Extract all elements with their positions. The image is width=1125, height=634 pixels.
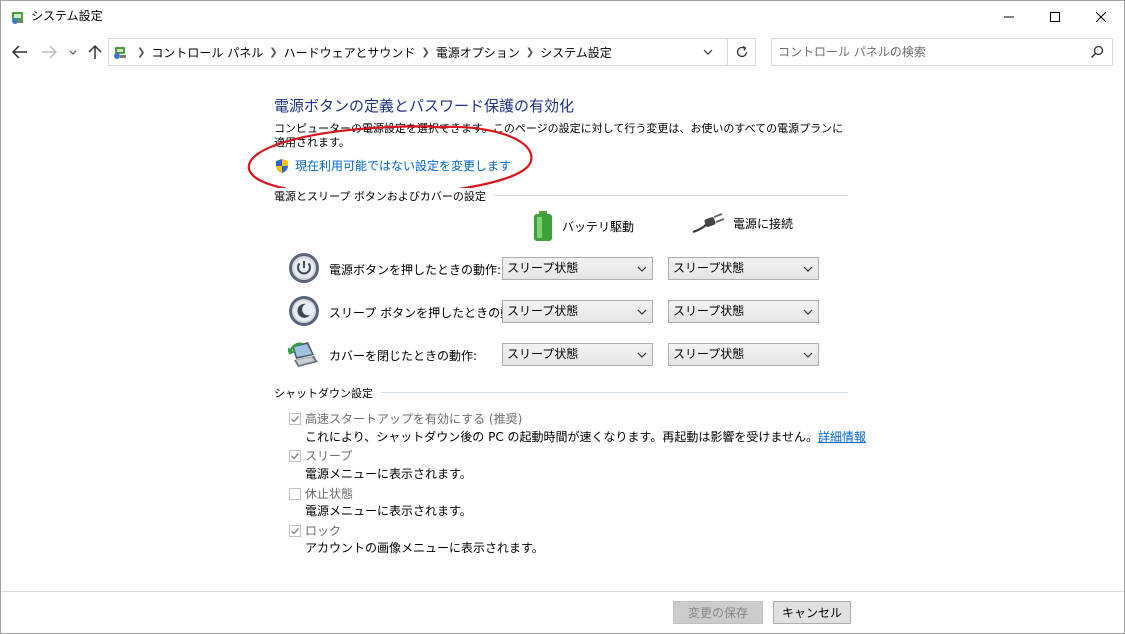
system-settings-window: システム設定 ❯ コントロール パネル ❯ ハードウェアとサウンド ❯ 電源オプ…	[0, 0, 1125, 634]
battery-column-label: バッテリ駆動	[562, 219, 635, 234]
save-changes-button[interactable]: 変更の保存	[673, 601, 763, 624]
lock-checkbox[interactable]	[289, 524, 301, 537]
breadcrumb-chevron-icon[interactable]: ❯	[269, 47, 277, 58]
breadcrumb-item-power-options[interactable]: 電源オプション	[436, 44, 520, 61]
chevron-down-icon	[803, 266, 813, 272]
page-description: コンピューターの電源設定を選択できます。このページの設定に対して行う変更は、お使…	[274, 122, 844, 149]
sleep-option: スリープ	[289, 447, 352, 464]
lock-option: ロック	[289, 522, 341, 539]
lid-close-battery-select[interactable]: スリープ状態	[502, 343, 653, 366]
title-bar: システム設定	[1, 1, 1124, 32]
power-button-battery-select[interactable]: スリープ状態	[502, 257, 653, 280]
lock-description: アカウントの画像メニューに表示されます。	[305, 541, 544, 555]
window-title: システム設定	[31, 9, 103, 23]
back-arrow-icon[interactable]	[9, 42, 31, 62]
power-plug-icon	[692, 213, 725, 233]
change-unavailable-settings-link[interactable]: 現在利用可能ではない設定を変更します	[274, 157, 511, 174]
close-icon	[1096, 11, 1106, 22]
breadcrumb-chevron-icon: ❯	[137, 46, 146, 58]
refresh-icon	[736, 45, 747, 58]
more-info-link[interactable]: 詳細情報	[818, 430, 866, 444]
maximize-button[interactable]	[1032, 1, 1078, 32]
cancel-button[interactable]: キャンセル	[773, 601, 851, 624]
fast-startup-desc-text: これにより、シャットダウン後の PC の起動時間が速くなります。再起動は影響を受…	[305, 430, 818, 444]
control-panel-icon	[12, 12, 23, 24]
breadcrumb-chevron-icon[interactable]: ❯	[421, 47, 429, 58]
breadcrumb-item-hardware-sound[interactable]: ハードウェアとサウンド	[284, 44, 416, 61]
shutdown-section-title: シャットダウン設定	[274, 385, 381, 401]
breadcrumb-item-system-settings[interactable]: システム設定	[540, 44, 612, 61]
minimize-icon	[1004, 16, 1014, 17]
breadcrumb-chevron-icon[interactable]: ❯	[526, 47, 534, 58]
fast-startup-checkbox[interactable]	[289, 412, 301, 425]
sleep-button-icon	[289, 296, 319, 326]
up-arrow-icon[interactable]	[85, 42, 105, 62]
selected-value: スリープ状態	[507, 304, 579, 318]
sleep-button-battery-select[interactable]: スリープ状態	[502, 300, 653, 323]
selected-value: スリープ状態	[673, 304, 745, 318]
sleep-description: 電源メニューに表示されます。	[305, 467, 472, 481]
breadcrumb-item-control-panel[interactable]: コントロール パネル	[151, 44, 263, 61]
battery-column-header: バッテリ駆動	[532, 210, 634, 242]
hibernate-checkbox[interactable]	[289, 487, 301, 500]
forward-arrow-icon[interactable]	[38, 42, 60, 62]
close-button[interactable]	[1078, 1, 1124, 32]
control-panel-icon	[114, 47, 126, 59]
sleep-label: スリープ	[305, 449, 353, 463]
sleep-checkbox[interactable]	[289, 449, 301, 462]
power-buttons-section-title: 電源とスリープ ボタンおよびカバーの設定	[274, 188, 494, 204]
chevron-down-icon	[637, 352, 647, 358]
address-dropdown-icon[interactable]	[701, 45, 715, 59]
search-input[interactable]	[778, 43, 1078, 61]
search-icon[interactable]	[1090, 45, 1104, 59]
page-title: 電源ボタンの定義とパスワード保護の有効化	[274, 97, 575, 115]
power-button-action-label: 電源ボタンを押したときの動作:	[329, 263, 502, 277]
checkmark-icon	[290, 415, 300, 423]
fast-startup-label: 高速スタートアップを有効にする (推奨)	[305, 412, 523, 426]
hibernate-option: 休止状態	[289, 485, 353, 502]
selected-value: スリープ状態	[507, 347, 579, 361]
fast-startup-option: 高速スタートアップを有効にする (推奨)	[289, 410, 522, 427]
navigation-bar: ❯ コントロール パネル ❯ ハードウェアとサウンド ❯ 電源オプション ❯ シ…	[1, 32, 1124, 72]
hibernate-description: 電源メニューに表示されます。	[305, 504, 472, 518]
lid-close-action-label: カバーを閉じたときの動作:	[329, 349, 478, 363]
chevron-down-icon	[803, 309, 813, 315]
selected-value: スリープ状態	[673, 261, 745, 275]
refresh-button[interactable]	[728, 38, 756, 66]
selected-value: スリープ状態	[673, 347, 745, 361]
uac-shield-icon	[276, 158, 288, 173]
plugged-column-label: 電源に接続	[733, 216, 794, 231]
battery-icon	[534, 211, 552, 241]
sleep-button-plugged-select[interactable]: スリープ状態	[668, 300, 819, 323]
chevron-down-icon	[803, 352, 813, 358]
chevron-down-icon	[637, 309, 647, 315]
fast-startup-description: これにより、シャットダウン後の PC の起動時間が速くなります。再起動は影響を受…	[305, 428, 866, 445]
address-bar[interactable]: ❯ コントロール パネル ❯ ハードウェアとサウンド ❯ 電源オプション ❯ シ…	[108, 38, 728, 66]
lid-close-plugged-select[interactable]: スリープ状態	[668, 343, 819, 366]
chevron-down-icon	[637, 266, 647, 272]
recent-locations-chevron-icon[interactable]	[66, 44, 80, 60]
plugged-column-header: 電源に接続	[691, 210, 793, 236]
selected-value: スリープ状態	[507, 261, 579, 275]
hibernate-label: 休止状態	[305, 487, 354, 501]
search-box	[771, 38, 1113, 66]
sleep-button-action-label: スリープ ボタンを押したときの動作:	[329, 306, 529, 320]
checkmark-icon	[290, 452, 300, 460]
power-button-icon	[289, 253, 319, 283]
footer-divider	[1, 591, 1124, 592]
laptop-lid-icon	[288, 342, 318, 367]
checkmark-icon	[290, 527, 300, 535]
change-settings-link-text[interactable]: 現在利用可能ではない設定を変更します	[295, 157, 511, 174]
maximize-icon	[1050, 11, 1060, 22]
lock-label: ロック	[305, 524, 342, 538]
breadcrumb: ❯ コントロール パネル ❯ ハードウェアとサウンド ❯ 電源オプション ❯ シ…	[131, 39, 612, 65]
minimize-button[interactable]	[986, 1, 1032, 32]
power-button-plugged-select[interactable]: スリープ状態	[668, 257, 819, 280]
